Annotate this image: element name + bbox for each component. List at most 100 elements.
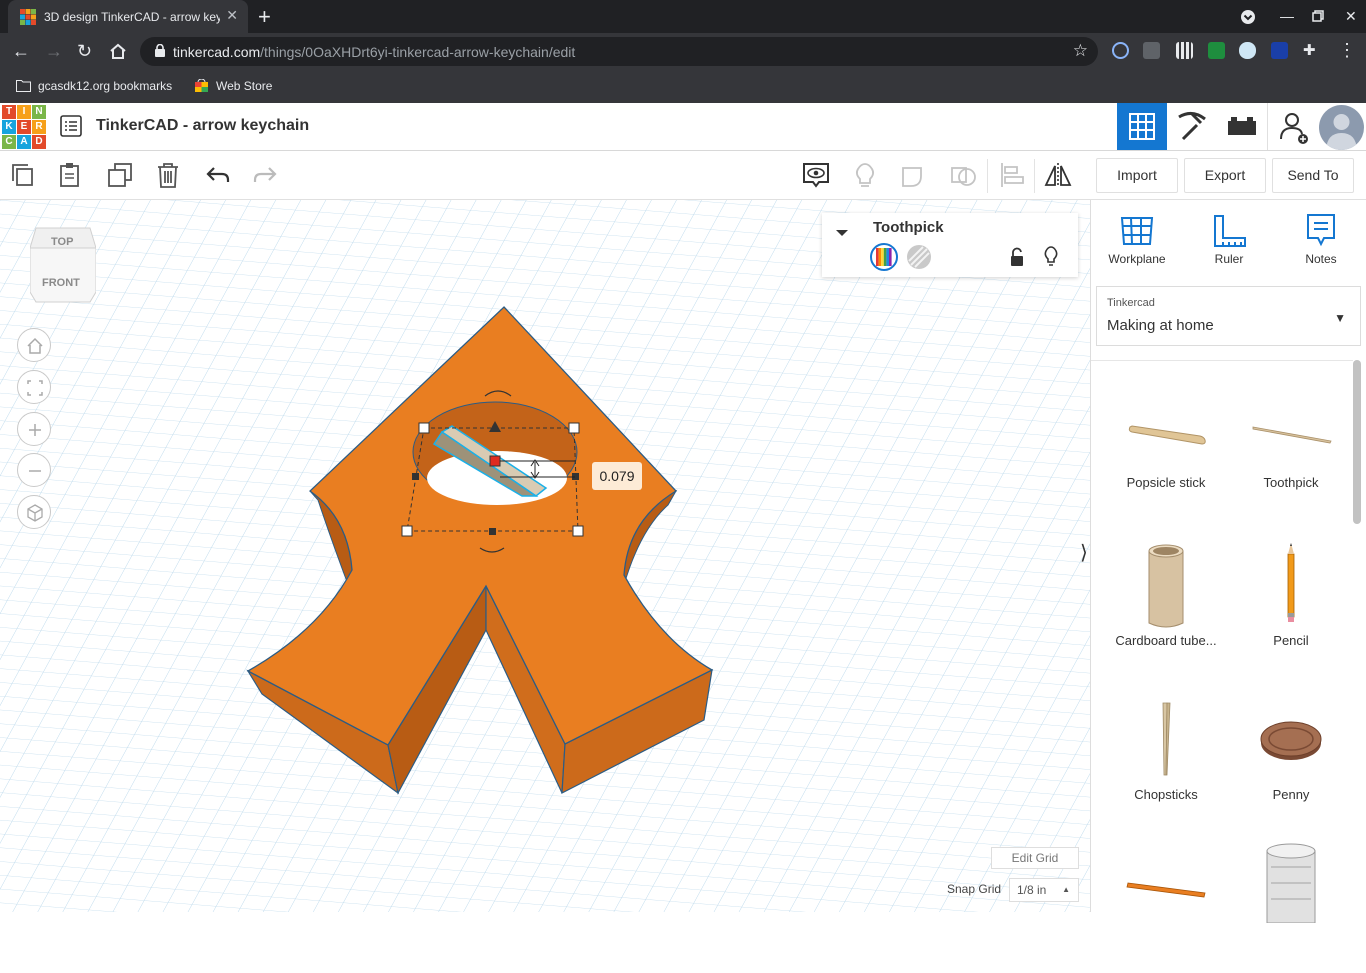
qr-extension-icon[interactable]: [1176, 42, 1193, 59]
dimension-value[interactable]: 0.079: [592, 462, 642, 490]
zoom-in-button[interactable]: [17, 412, 51, 446]
delete-icon[interactable]: [153, 160, 183, 190]
add-user-icon: [1280, 113, 1308, 144]
view-cube[interactable]: TOP FRONT: [29, 226, 97, 306]
resize-handle[interactable]: [489, 528, 496, 535]
cloud-extension-icon[interactable]: [1239, 42, 1256, 59]
url-domain: tinkercad.com: [173, 44, 261, 60]
ruler-button[interactable]: Ruler: [1189, 212, 1269, 272]
height-handle[interactable]: [489, 455, 501, 467]
workplane-grid: [0, 200, 1090, 912]
shape-library-select[interactable]: Tinkercad Making at home ▼: [1096, 286, 1361, 346]
fit-view-button[interactable]: [17, 370, 51, 404]
shape-label: Popsicle stick: [1126, 475, 1206, 490]
tab-search-icon[interactable]: [1240, 9, 1256, 25]
extensions-puzzle-icon[interactable]: ✚: [1303, 42, 1320, 59]
shape-label: Penny: [1272, 787, 1310, 802]
shape-chopsticks[interactable]: Chopsticks: [1106, 681, 1226, 821]
group-icon[interactable]: [899, 160, 929, 190]
notes-label: Notes: [1305, 252, 1337, 266]
panel-scrollbar[interactable]: [1353, 360, 1361, 524]
tinkercad-logo[interactable]: TIN KER CAD: [2, 105, 46, 149]
zoom-out-icon: [29, 470, 41, 472]
shape-pencil[interactable]: Pencil: [1231, 529, 1351, 669]
resize-handle[interactable]: [418, 422, 430, 434]
edit-grid-button[interactable]: Edit Grid: [991, 847, 1079, 869]
design-list-icon[interactable]: [60, 115, 82, 137]
notes-visibility-icon[interactable]: [801, 160, 831, 190]
close-window-icon[interactable]: ✕: [1345, 8, 1357, 25]
minimize-icon[interactable]: —: [1280, 8, 1294, 24]
minecraft-view-button[interactable]: [1167, 103, 1217, 150]
new-tab-icon[interactable]: +: [258, 4, 271, 30]
ungroup-icon[interactable]: [948, 160, 978, 190]
view-3d-button[interactable]: [1117, 103, 1167, 150]
toolbar-divider: [987, 159, 988, 193]
snap-grid-select[interactable]: 1/8 in ▲: [1009, 878, 1079, 902]
shape-orange-rod[interactable]: [1106, 833, 1226, 973]
resize-handle[interactable]: [401, 525, 413, 537]
mirror-icon[interactable]: [1043, 160, 1073, 190]
shape-popsicle-stick[interactable]: Popsicle stick: [1106, 377, 1226, 517]
perspective-button[interactable]: [17, 495, 51, 529]
forward-icon[interactable]: →: [45, 41, 63, 62]
popsicle-stick-icon: [1128, 425, 1206, 445]
import-button[interactable]: Import: [1096, 158, 1178, 193]
browser-tab[interactable]: 3D design TinkerCAD - arrow keychain ✕: [8, 0, 248, 33]
sheets-extension-icon[interactable]: [1208, 42, 1225, 59]
workplane-canvas[interactable]: TOP FRONT Toothpick 0.079 Edit Grid Snap…: [0, 200, 1090, 912]
bookmark-label: Web Store: [216, 79, 273, 93]
home-icon: [27, 337, 43, 354]
folder-icon: [16, 80, 31, 92]
light-bulb-icon[interactable]: [850, 160, 880, 190]
ruler-icon: [1214, 215, 1246, 247]
caret-up-icon: ▲: [1062, 885, 1070, 894]
workplane-button[interactable]: Workplane: [1097, 212, 1177, 272]
align-icon[interactable]: [997, 160, 1027, 190]
resize-handle[interactable]: [572, 525, 584, 537]
extension-circle-icon[interactable]: [1112, 42, 1129, 59]
copy-icon[interactable]: [10, 160, 40, 190]
avatar[interactable]: [1319, 105, 1364, 150]
shape-penny[interactable]: Penny: [1231, 681, 1351, 821]
bookmark-web-store[interactable]: Web Store: [194, 77, 284, 97]
extension-blue-icon[interactable]: [1271, 42, 1288, 59]
cardboard-tube-icon: [1148, 544, 1184, 628]
browser-menu-icon[interactable]: ⋮: [1338, 40, 1356, 61]
resize-handle[interactable]: [568, 422, 580, 434]
export-button[interactable]: Export: [1184, 158, 1266, 193]
notes-button[interactable]: Notes: [1281, 212, 1361, 272]
collapse-inspector-icon[interactable]: [834, 225, 850, 241]
redo-icon[interactable]: [250, 160, 280, 190]
lock-icon[interactable]: [1009, 247, 1025, 267]
add-user-button[interactable]: [1267, 103, 1317, 150]
extension-screen-icon[interactable]: [1143, 42, 1160, 59]
address-bar[interactable]: tinkercad.com/things/0OaXHDrt6yi-tinkerc…: [140, 37, 1098, 66]
send-to-button[interactable]: Send To: [1272, 158, 1354, 193]
shape-toothpick[interactable]: Toothpick: [1231, 377, 1351, 517]
browser-tab-strip: 3D design TinkerCAD - arrow keychain ✕ +…: [0, 0, 1366, 33]
restore-icon[interactable]: [1312, 10, 1324, 22]
bricks-view-button[interactable]: [1217, 103, 1267, 150]
zoom-out-button[interactable]: [17, 453, 51, 487]
shape-cardboard-tube[interactable]: Cardboard tube...: [1106, 529, 1226, 669]
resize-handle[interactable]: [412, 473, 419, 480]
home-view-button[interactable]: [17, 328, 51, 362]
back-icon[interactable]: ←: [12, 41, 30, 62]
shape-inspector: Toothpick: [822, 213, 1078, 277]
home-icon[interactable]: [109, 43, 127, 60]
paste-icon[interactable]: [56, 160, 86, 190]
hole-pattern-icon[interactable]: [906, 244, 932, 270]
undo-icon[interactable]: [203, 160, 233, 190]
solid-color-icon[interactable]: [870, 243, 898, 271]
duplicate-icon[interactable]: [105, 160, 135, 190]
collapse-panel-icon[interactable]: ⟩: [1080, 540, 1090, 568]
close-tab-icon[interactable]: ✕: [226, 7, 238, 24]
reload-icon[interactable]: ↻: [77, 41, 92, 62]
bookmark-star-icon[interactable]: ☆: [1073, 41, 1088, 61]
shape-can[interactable]: [1231, 833, 1351, 973]
bookmark-folder[interactable]: gcasdk12.org bookmarks: [16, 77, 186, 97]
toothpick-icon: [1252, 426, 1332, 444]
light-bulb-icon[interactable]: [1043, 245, 1059, 267]
design-title[interactable]: TinkerCAD - arrow keychain: [96, 117, 309, 135]
